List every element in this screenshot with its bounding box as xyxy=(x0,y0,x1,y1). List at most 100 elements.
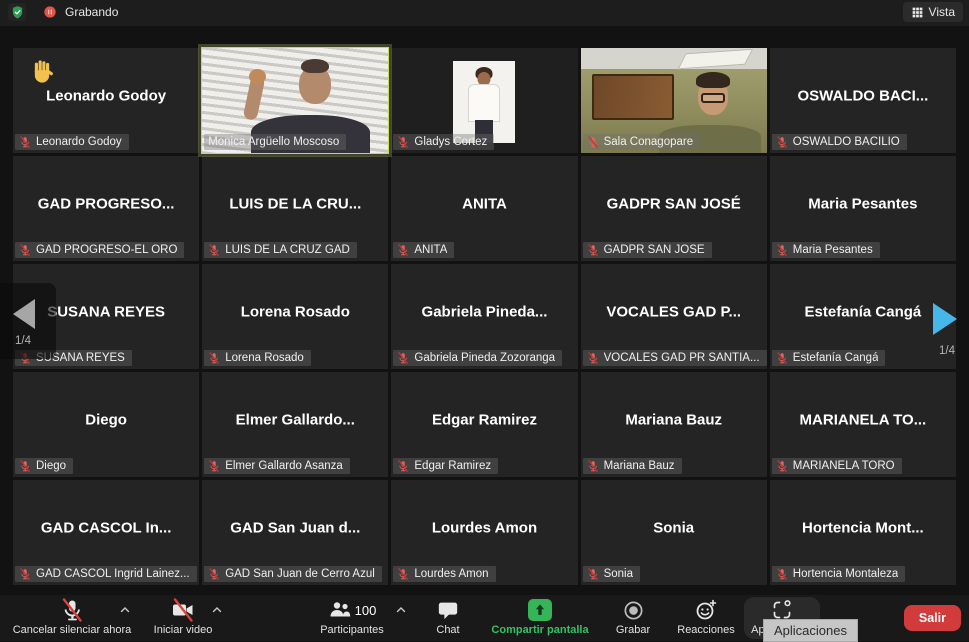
profile-photo xyxy=(453,61,515,143)
muted-mic-icon xyxy=(19,568,31,580)
participant-name-label: GAD PROGRESO-EL ORO xyxy=(15,242,184,258)
tile-gladys-cortez[interactable]: Gladys Cortez xyxy=(391,48,577,153)
tile-gad-cascol[interactable]: GAD CASCOL In... GAD CASCOL Ingrid Laine… xyxy=(13,480,199,585)
view-button[interactable]: Vista xyxy=(903,2,963,22)
participant-display-name: OSWALDO BACI... xyxy=(774,88,952,105)
start-video-button[interactable]: Iniciar video xyxy=(142,597,224,639)
tile-gad-san-juan[interactable]: GAD San Juan d... GAD San Juan de Cerro … xyxy=(202,480,388,585)
page-indicator-right: 1/4 xyxy=(939,345,955,357)
participant-display-name: Mariana Bauz xyxy=(585,412,763,429)
mic-slash-icon xyxy=(60,598,84,622)
participant-name-label: Hortencia Montaleza xyxy=(772,566,905,582)
muted-mic-icon xyxy=(587,352,599,364)
tile-luis-de-la-cruz[interactable]: LUIS DE LA CRU... LUIS DE LA CRUZ GAD xyxy=(202,156,388,261)
participant-display-name: Lourdes Amon xyxy=(395,520,573,537)
muted-mic-icon xyxy=(776,136,788,148)
next-page-button[interactable]: 1/4 xyxy=(923,293,967,369)
participant-display-name: VOCALES GAD P... xyxy=(585,304,763,321)
participant-name-label: Maria Pesantes xyxy=(772,242,880,258)
raised-hand-icon xyxy=(29,58,57,86)
tile-sonia[interactable]: Sonia Sonia xyxy=(581,480,767,585)
muted-mic-icon xyxy=(776,244,788,256)
tile-marianela-toro[interactable]: MARIANELA TO... MARIANELA TORO xyxy=(770,372,956,477)
participants-button[interactable]: 100 Participantes xyxy=(296,597,408,639)
tile-gad-progreso[interactable]: GAD PROGRESO... GAD PROGRESO-EL ORO xyxy=(13,156,199,261)
participant-name-label: GADPR SAN JOSÉ xyxy=(583,242,712,258)
participant-display-name: GAD PROGRESO... xyxy=(17,196,195,213)
muted-mic-icon xyxy=(776,568,788,580)
record-button[interactable]: Grabar xyxy=(606,597,660,639)
video-slash-icon xyxy=(171,598,195,622)
participant-name-label: Sala Conagopare xyxy=(583,134,701,150)
tile-diego[interactable]: Diego Diego xyxy=(13,372,199,477)
participant-display-name: Edgar Ramirez xyxy=(395,412,573,429)
share-screen-icon xyxy=(528,599,552,621)
participant-name-label: MARIANELA TORO xyxy=(772,458,902,474)
participant-display-name: Maria Pesantes xyxy=(774,196,952,213)
participant-display-name: LUIS DE LA CRU... xyxy=(206,196,384,213)
tile-edgar-ramirez[interactable]: Edgar Ramirez Edgar Ramirez xyxy=(391,372,577,477)
meeting-top-bar: Grabando Vista xyxy=(0,0,969,26)
arrow-left-icon xyxy=(13,299,35,329)
muted-mic-icon xyxy=(587,568,599,580)
participant-display-name: GAD San Juan d... xyxy=(206,520,384,537)
participants-options-chevron[interactable] xyxy=(394,603,408,617)
tile-oswaldo-bacilio[interactable]: OSWALDO BACI... OSWALDO BACILIO xyxy=(770,48,956,153)
chat-button[interactable]: Chat xyxy=(422,597,474,639)
tile-elmer-gallardo[interactable]: Elmer Gallardo... Elmer Gallardo Asanza xyxy=(202,372,388,477)
tile-vocales-gad[interactable]: VOCALES GAD P... VOCALES GAD PR SANTIA..… xyxy=(581,264,767,369)
video-options-chevron[interactable] xyxy=(210,603,224,617)
tile-lorena-rosado[interactable]: Lorena Rosado Lorena Rosado xyxy=(202,264,388,369)
recording-dot-icon xyxy=(42,4,58,20)
tile-hortencia-montaleza[interactable]: Hortencia Mont... Hortencia Montaleza xyxy=(770,480,956,585)
reactions-icon xyxy=(694,598,718,622)
participants-icon xyxy=(328,598,352,622)
previous-page-button[interactable]: 1/4 xyxy=(0,283,56,359)
participant-name-label: ANITA xyxy=(393,242,454,258)
participant-name-label: GAD CASCOL Ingrid Lainez... xyxy=(15,566,197,582)
page-indicator-left: 1/4 xyxy=(15,335,31,347)
participant-name-label: Elmer Gallardo Asanza xyxy=(204,458,350,474)
participant-name-label: LUIS DE LA CRUZ GAD xyxy=(204,242,357,258)
muted-mic-icon xyxy=(587,136,599,148)
participant-display-name: Elmer Gallardo... xyxy=(206,412,384,429)
tile-mariana-bauz[interactable]: Mariana Bauz Mariana Bauz xyxy=(581,372,767,477)
reactions-button[interactable]: Reacciones xyxy=(666,597,746,639)
security-shield-icon[interactable] xyxy=(8,3,26,21)
muted-mic-icon xyxy=(397,136,409,148)
participant-name-label: Edgar Ramirez xyxy=(393,458,498,474)
participant-name-label: Monica Argüello Moscoso xyxy=(204,134,346,150)
share-screen-button[interactable]: Compartir pantalla xyxy=(484,597,596,639)
arrow-right-icon xyxy=(933,303,957,335)
leave-meeting-button[interactable]: Salir xyxy=(904,605,961,631)
participant-display-name: Hortencia Mont... xyxy=(774,520,952,537)
tile-monica-arguello-active-speaker[interactable]: Monica Argüello Moscoso xyxy=(202,48,388,153)
participant-display-name: MARIANELA TO... xyxy=(774,412,952,429)
tile-sala-conagopare[interactable]: Sala Conagopare xyxy=(581,48,767,153)
participant-name-label: Estefanía Cangá xyxy=(772,350,886,366)
muted-mic-icon xyxy=(208,460,220,472)
tile-gadpr-san-jose[interactable]: GADPR SAN JOSÉ GADPR SAN JOSÉ xyxy=(581,156,767,261)
recording-label: Grabando xyxy=(65,5,118,19)
tile-leonardo-godoy[interactable]: Leonardo Godoy Leonardo Godoy xyxy=(13,48,199,153)
tile-lourdes-amon[interactable]: Lourdes Amon Lourdes Amon xyxy=(391,480,577,585)
muted-mic-icon xyxy=(587,460,599,472)
participant-name-label: VOCALES GAD PR SANTIA... xyxy=(583,350,767,366)
unmute-button[interactable]: Cancelar silenciar ahora xyxy=(6,597,138,639)
participant-name-label: Sonia xyxy=(583,566,640,582)
muted-mic-icon xyxy=(19,136,31,148)
tile-anita[interactable]: ANITA ANITA xyxy=(391,156,577,261)
muted-mic-icon xyxy=(397,244,409,256)
muted-mic-icon xyxy=(208,568,220,580)
chat-icon xyxy=(437,599,459,621)
audio-options-chevron[interactable] xyxy=(118,603,132,617)
muted-mic-icon xyxy=(397,568,409,580)
muted-mic-icon xyxy=(397,460,409,472)
meeting-toolbar: Cancelar silenciar ahora Iniciar video 1… xyxy=(0,595,969,641)
muted-mic-icon xyxy=(19,244,31,256)
muted-mic-icon xyxy=(776,460,788,472)
participants-count: 100 xyxy=(355,603,377,618)
participant-name-label: Diego xyxy=(15,458,73,474)
tile-maria-pesantes[interactable]: Maria Pesantes Maria Pesantes xyxy=(770,156,956,261)
tile-gabriela-pineda[interactable]: Gabriela Pineda... Gabriela Pineda Zozor… xyxy=(391,264,577,369)
